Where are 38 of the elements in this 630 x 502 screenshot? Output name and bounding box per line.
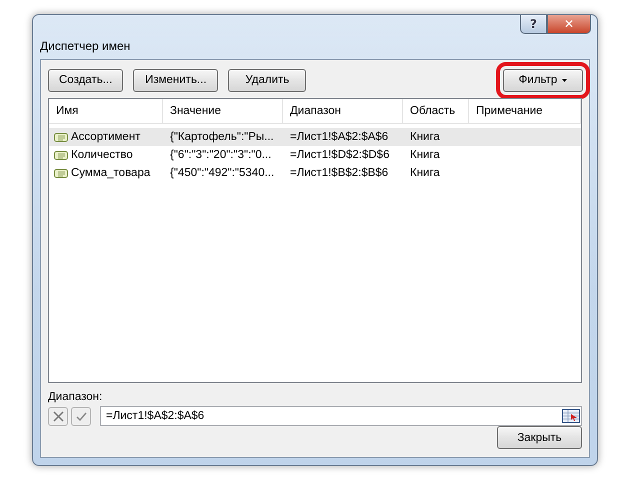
table-cell-text: Книга [409, 149, 441, 161]
check-icon [76, 412, 86, 420]
table-cell: Количество [71, 149, 133, 161]
table-cell: Ассортимент [71, 131, 140, 143]
cross-icon [52, 410, 64, 422]
close-dialog-button[interactable]: Закрыть [497, 426, 582, 449]
range-field[interactable]: =Лист1!$A$2:$A$6 [100, 406, 582, 426]
filter-button[interactable]: Фильтр [503, 68, 583, 92]
window-title: Диспетчер имен [40, 39, 130, 53]
name-row[interactable]: Количество {"6":"3":"20":"3":"0... =Лист1!$D$2:$D$6 Книга [49, 146, 581, 164]
table-cell: Сумма_товара [71, 167, 150, 179]
table-cell-text: =Лист1!$D$2:$D$6 [289, 149, 390, 161]
name-tag-icon [54, 132, 68, 142]
table-cell-text: Книга [409, 131, 441, 143]
table-cell-text: {"450":"492":"5340... [169, 167, 276, 179]
name-tag-icon [54, 168, 68, 178]
column-header[interactable]: Имя [49, 99, 163, 123]
column-header[interactable]: Диапазон [283, 99, 403, 123]
edit-button[interactable]: Изменить... [133, 68, 218, 92]
column-header[interactable]: Значение [163, 99, 283, 123]
table-cell-text: =Лист1!$A$2:$A$6 [289, 131, 390, 143]
name-row[interactable]: Ассортимент {"Картофель":"Ры... =Лист1!$A$2:$A$6 Книга [49, 128, 581, 146]
table-cell-text: =Лист1!$B$2:$B$6 [289, 167, 390, 179]
cancel-button[interactable] [48, 406, 68, 426]
table-cell-text: {"6":"3":"20":"3":"0... [169, 149, 272, 161]
create-button[interactable]: Создать... [48, 68, 124, 92]
delete-button[interactable]: Удалить [228, 68, 306, 92]
name-tag-icon [54, 150, 68, 160]
table-cell-text: {"Картофель":"Ры... [169, 131, 275, 143]
name-row[interactable]: Сумма_товара {"450":"492":"5340... =Лист1!$B$2:$B$6 Книга [49, 164, 581, 182]
column-header[interactable]: Область [403, 99, 469, 123]
help-button[interactable]: ? [520, 15, 547, 34]
caret-icon [562, 78, 568, 82]
column-header[interactable]: Примечание [469, 99, 581, 123]
range-picker-icon[interactable] [562, 409, 580, 423]
confirm-button[interactable] [71, 406, 91, 426]
table-cell-text: Книга [409, 167, 441, 179]
range-label: Диапазон: [48, 391, 104, 403]
